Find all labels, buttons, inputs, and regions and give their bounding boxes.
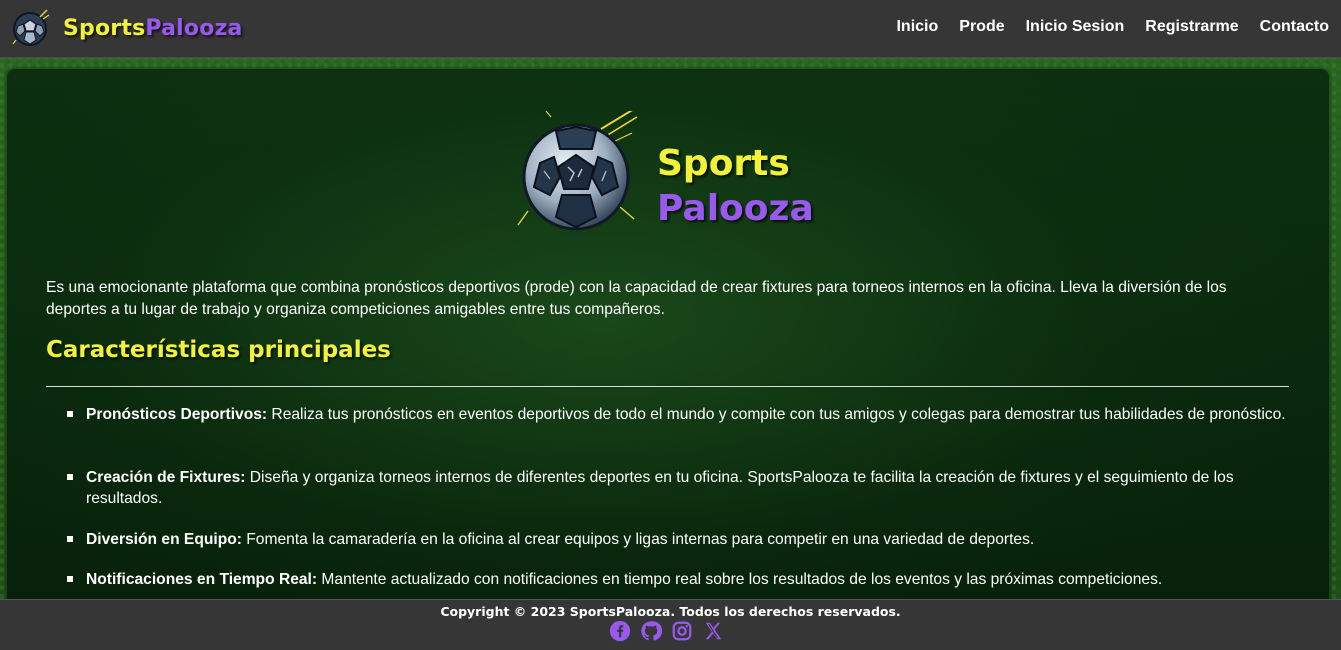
features-heading: Características principales — [46, 337, 391, 363]
soccer-ball-hero-icon — [517, 111, 638, 231]
feature-item: Diversión en Equipo: Fomenta la camarade… — [46, 529, 1296, 569]
nav-inicio-sesion[interactable]: Inicio Sesion — [1026, 18, 1125, 36]
x-icon[interactable] — [702, 620, 724, 642]
feature-title: Diversión en Equipo: — [86, 531, 242, 548]
divider — [46, 386, 1289, 387]
navbar: SportsPalooza Inicio Prode Inicio Sesion… — [0, 0, 1341, 58]
nav-registrarme[interactable]: Registrarme — [1145, 18, 1238, 36]
feature-item: Pronósticos Deportivos: Realiza tus pron… — [46, 404, 1296, 467]
main-card: Sports Palooza Es una emocionante plataf… — [7, 69, 1329, 629]
feature-title: Creación de Fixtures: — [86, 469, 246, 486]
instagram-icon[interactable] — [671, 620, 693, 642]
facebook-icon[interactable] — [609, 620, 631, 642]
feature-title: Notificaciones en Tiempo Real: — [86, 571, 318, 588]
bullet-icon — [67, 576, 73, 582]
hero-title-sports: Sports — [657, 143, 790, 184]
nav-inicio[interactable]: Inicio — [896, 18, 938, 36]
github-icon[interactable] — [640, 620, 662, 642]
feature-item: Creación de Fixtures: Diseña y organiza … — [46, 467, 1296, 529]
feature-text: Realiza tus pronósticos en eventos depor… — [267, 406, 1286, 423]
intro-description: Es una emocionante plataforma que combin… — [46, 279, 1227, 318]
feature-item: Notificaciones en Tiempo Real: Mantente … — [46, 569, 1296, 590]
bullet-icon — [67, 536, 73, 542]
brand-link[interactable]: SportsPalooza — [10, 4, 243, 52]
features-list: Pronósticos Deportivos: Realiza tus pron… — [46, 404, 1296, 590]
hero-title-palooza: Palooza — [657, 188, 814, 229]
brand-name: SportsPalooza — [63, 16, 243, 41]
feature-title: Pronósticos Deportivos: — [86, 406, 268, 423]
bullet-icon — [67, 474, 73, 480]
bullet-icon — [67, 411, 73, 417]
nav-links: Inicio Prode Inicio Sesion Registrarme C… — [875, 0, 1329, 54]
brand-name-sports: Sports — [63, 15, 146, 41]
soccer-ball-logo-icon — [12, 9, 50, 46]
footer: Copyright © 2023 SportsPalooza. Todos lo… — [0, 599, 1341, 650]
feature-text: Diseña y organiza torneos internos de di… — [86, 469, 1234, 507]
nav-contacto[interactable]: Contacto — [1260, 18, 1329, 36]
nav-prode[interactable]: Prode — [959, 18, 1004, 36]
social-links — [609, 620, 733, 642]
hero: Sports Palooza — [516, 111, 856, 233]
feature-text: Fomenta la camaradería en la oficina al … — [241, 531, 1035, 548]
copyright-text: Copyright © 2023 SportsPalooza. Todos lo… — [440, 604, 901, 619]
hero-title: Sports Palooza — [657, 141, 814, 231]
feature-text: Mantente actualizado con notificaciones … — [317, 571, 1163, 588]
brand-name-palooza: Palooza — [145, 15, 243, 41]
